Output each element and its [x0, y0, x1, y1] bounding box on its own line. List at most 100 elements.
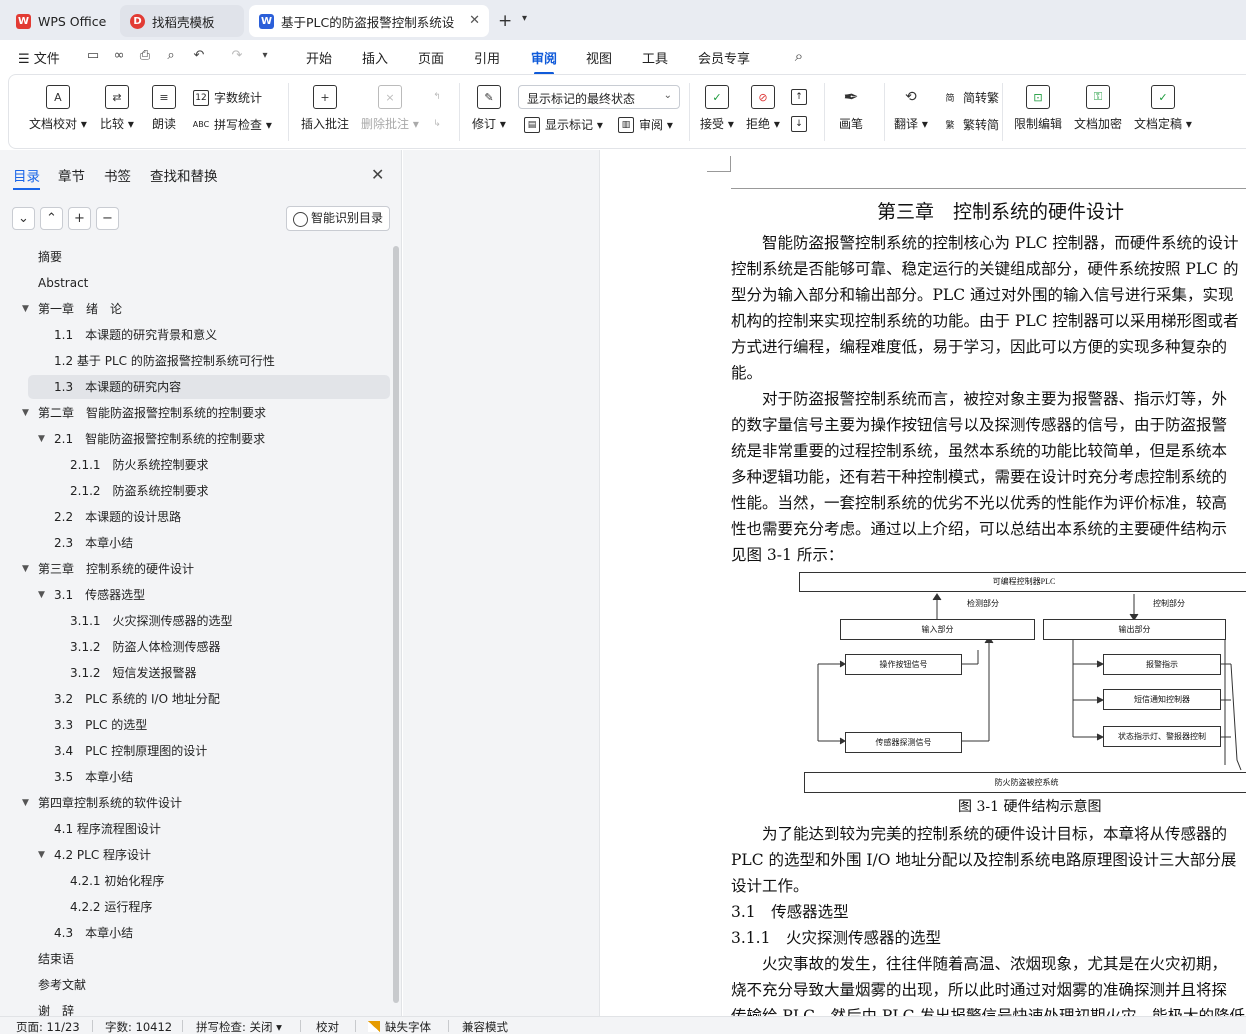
search-icon[interactable]: ⌕ — [790, 47, 808, 65]
spell-check-status[interactable]: 拼写检查: 关闭 ▾ — [196, 1019, 282, 1035]
to-traditional-button[interactable]: 简简转繁 — [942, 89, 999, 106]
tab-wps-office[interactable]: W WPS Office — [6, 5, 114, 37]
ink-button[interactable]: ✒ 画笔 — [839, 85, 863, 132]
toc-item[interactable]: 2.2 本课题的设计思路 — [28, 505, 390, 529]
save-icon[interactable]: ▭ — [84, 47, 102, 65]
link-icon[interactable]: ∞ — [110, 47, 128, 65]
menu-item-review[interactable]: 审阅 — [531, 48, 557, 75]
proof-status[interactable]: 校对 — [316, 1019, 339, 1035]
document-page[interactable]: 第三章 控制系统的硬件设计 智能防盗报警控制系统的控制核心为 PLC 控制器，而… — [599, 150, 1246, 1016]
toc-item[interactable]: 2.3 本章小结 — [28, 531, 390, 555]
collapse-up-button[interactable]: ⌃ — [40, 207, 63, 230]
print-preview-icon[interactable]: ⌕ — [162, 47, 180, 65]
toc-item[interactable]: 3.1.1 火灾探测传感器的选型 — [28, 609, 390, 633]
spell-check-button[interactable]: ABC 拼写检查 ▾ — [193, 116, 272, 133]
toc-item[interactable]: 1.2 基于 PLC 的防盗报警控制系统可行性 — [28, 349, 390, 373]
finalize-button[interactable]: ✓ 文档定稿 ▾ — [1134, 85, 1192, 132]
toc-item[interactable]: 参考文献 — [28, 973, 390, 997]
toc-item[interactable]: ▼ 4.2 PLC 程序设计 — [28, 843, 390, 867]
toc-item[interactable]: ▼ 3.1 传感器选型 — [28, 583, 390, 607]
expand-arrow-icon[interactable]: ▼ — [22, 297, 29, 321]
file-menu[interactable]: ☰ 文件 — [18, 48, 60, 67]
menu-item-view[interactable]: 视图 — [586, 48, 612, 67]
expand-arrow-icon[interactable]: ▼ — [22, 401, 29, 425]
menu-item-insert[interactable]: 插入 — [362, 48, 388, 67]
nav-tab-toc[interactable]: 目录 — [13, 165, 40, 190]
expand-arrow-icon[interactable]: ▼ — [38, 427, 45, 451]
nav-tab-sections[interactable]: 章节 — [58, 165, 85, 185]
add-heading-button[interactable]: + — [68, 207, 91, 230]
markup-mode-select[interactable]: 显示标记的最终状态 ⌄ — [518, 85, 680, 109]
toc-item[interactable]: ▼ 第一章 绪 论 — [22, 297, 390, 321]
toc-item[interactable]: ▼ 第二章 智能防盗报警控制系统的控制要求 — [22, 401, 390, 425]
expand-arrow-icon[interactable]: ▼ — [38, 583, 45, 607]
remove-heading-button[interactable]: − — [96, 207, 119, 230]
nav-tab-bookmarks[interactable]: 书签 — [104, 165, 131, 185]
compare-button[interactable]: ⇄ 比较 ▾ — [100, 85, 134, 132]
toc-item[interactable]: 4.3 本章小结 — [28, 921, 390, 945]
toc-item[interactable]: 3.2 PLC 系统的 I/O 地址分配 — [28, 687, 390, 711]
toc-scrollbar[interactable] — [393, 246, 399, 1003]
encrypt-button[interactable]: ⚿ 文档加密 — [1074, 85, 1122, 132]
tab-document[interactable]: W 基于PLC的防盗报警控制系统设 ✕ — [249, 5, 489, 37]
print-icon[interactable]: ⎙ — [136, 47, 154, 65]
tab-list-chevron-icon[interactable]: ▾ — [522, 13, 527, 24]
toc-item[interactable]: 4.1 程序流程图设计 — [28, 817, 390, 841]
page-indicator[interactable]: 页面: 11/23 — [16, 1019, 80, 1035]
next-change-button[interactable]: ↓ — [791, 116, 812, 132]
toc-item[interactable]: ▼ 2.1 智能防盗报警控制系统的控制要求 — [28, 427, 390, 451]
close-pane-icon[interactable]: ✕ — [371, 165, 384, 184]
close-tab-icon[interactable]: ✕ — [469, 13, 480, 28]
toc-item[interactable]: ▼ 第四章控制系统的软件设计 — [22, 791, 390, 815]
more-chevron-icon[interactable]: ▾ — [256, 47, 274, 65]
missing-font-status[interactable]: 缺失字体 — [368, 1019, 431, 1035]
toc-item[interactable]: 4.2.2 运行程序 — [28, 895, 390, 919]
new-tab-icon[interactable]: + — [498, 11, 512, 31]
insert-comment-button[interactable]: + 插入批注 — [301, 85, 349, 132]
menu-item-page[interactable]: 页面 — [418, 48, 444, 67]
collapse-down-button[interactable]: ⌄ — [12, 207, 35, 230]
menu-item-start[interactable]: 开始 — [306, 48, 332, 67]
translate-button[interactable]: ⟲ 翻译 ▾ — [894, 85, 928, 132]
toc-item[interactable]: 2.1.1 防火系统控制要求 — [28, 453, 390, 477]
accept-button[interactable]: ✓ 接受 ▾ — [700, 85, 734, 132]
toc-item[interactable]: 1.3 本课题的研究内容 — [28, 375, 390, 399]
toc-item[interactable]: 3.5 本章小结 — [28, 765, 390, 789]
expand-arrow-icon[interactable]: ▼ — [22, 557, 29, 581]
expand-arrow-icon[interactable]: ▼ — [38, 843, 45, 867]
to-simplified-button[interactable]: 繁繁转简 — [942, 116, 999, 133]
prev-comment-button[interactable]: ↰ — [429, 89, 450, 105]
undo-icon[interactable]: ↶ — [190, 47, 208, 65]
toc-item[interactable]: 3.1.2 短信发送报警器 — [28, 661, 390, 685]
restrict-edit-button[interactable]: ⊡ 限制编辑 — [1014, 85, 1062, 132]
menu-item-tools[interactable]: 工具 — [642, 48, 668, 67]
toc-item[interactable]: 1.1 本课题的研究背景和意义 — [28, 323, 390, 347]
expand-arrow-icon[interactable]: ▼ — [22, 791, 29, 815]
toc-item[interactable]: 3.3 PLC 的选型 — [28, 713, 390, 737]
toc-item[interactable]: 3.1.2 防盗人体检测传感器 — [28, 635, 390, 659]
show-markup-button[interactable]: ▤ 显示标记 ▾ — [524, 116, 603, 133]
toc-item[interactable]: 摘要 — [28, 245, 390, 269]
tab-template[interactable]: D 找稻壳模板 — [120, 5, 244, 37]
word-count-button[interactable]: 12 字数统计 — [193, 89, 262, 106]
review-pane-button[interactable]: ▥ 审阅 ▾ — [618, 116, 673, 133]
read-aloud-button[interactable]: ≡ 朗读 — [152, 85, 176, 132]
reject-button[interactable]: ⊘ 拒绝 ▾ — [746, 85, 780, 132]
redo-icon[interactable]: ↷ — [228, 47, 246, 65]
toc-item[interactable]: 2.1.2 防盗系统控制要求 — [28, 479, 390, 503]
track-changes-button[interactable]: ✎ 修订 ▾ — [472, 85, 506, 132]
prev-change-button[interactable]: ↑ — [791, 89, 812, 105]
word-count-indicator[interactable]: 字数: 10412 — [105, 1019, 172, 1035]
next-comment-button[interactable]: ↳ — [429, 116, 450, 132]
proofread-button[interactable]: A 文档校对 ▾ — [29, 85, 87, 132]
toc-item[interactable]: 3.4 PLC 控制原理图的设计 — [28, 739, 390, 763]
toc-item[interactable]: 4.2.1 初始化程序 — [28, 869, 390, 893]
toc-item[interactable]: 结束语 — [28, 947, 390, 971]
toc-item[interactable]: ▼ 第三章 控制系统的硬件设计 — [22, 557, 390, 581]
menu-item-reference[interactable]: 引用 — [474, 48, 500, 67]
toc-item[interactable]: Abstract — [28, 271, 390, 295]
delete-comment-button[interactable]: × 删除批注 ▾ — [361, 85, 419, 132]
smart-toc-button[interactable]: 智能识别目录 — [286, 206, 390, 231]
nav-tab-find-replace[interactable]: 查找和替换 — [150, 165, 218, 185]
menu-item-member[interactable]: 会员专享 — [698, 48, 750, 67]
